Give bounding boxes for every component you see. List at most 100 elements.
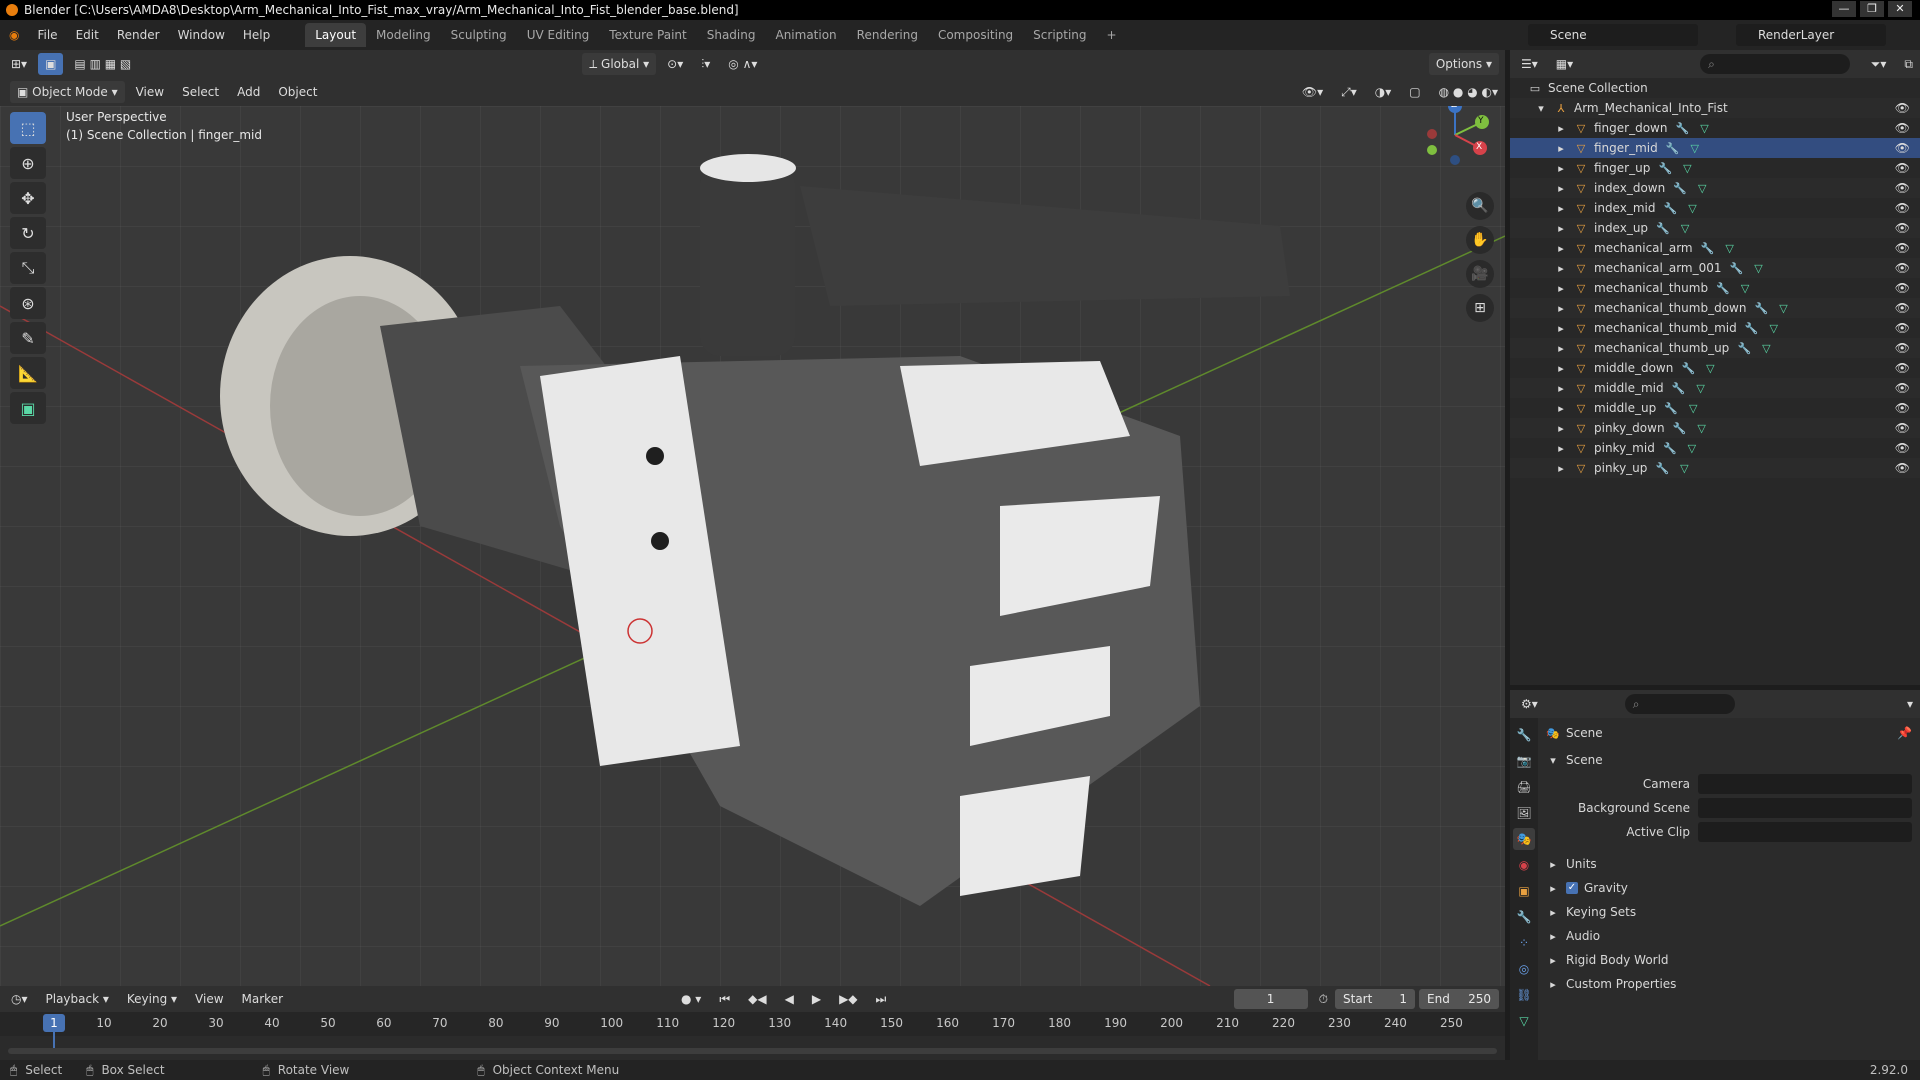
eye-icon[interactable]: 👁	[1895, 181, 1910, 195]
tab-uv-editing[interactable]: UV Editing	[517, 23, 600, 47]
expand-right-icon[interactable]: ▸	[1554, 361, 1568, 375]
close-button[interactable]: ✕	[1888, 1, 1912, 17]
menu-select[interactable]: Select	[175, 81, 226, 103]
new-collection-icon[interactable]: ⧉	[1897, 53, 1920, 75]
menu-add[interactable]: Add	[230, 81, 267, 103]
expand-right-icon[interactable]: ▸	[1554, 141, 1568, 155]
menu-window[interactable]: Window	[169, 22, 234, 48]
expand-right-icon[interactable]: ▸	[1554, 441, 1568, 455]
expand-right-icon[interactable]: ▸	[1554, 121, 1568, 135]
tab-shading[interactable]: Shading	[697, 23, 766, 47]
background-scene-field[interactable]	[1698, 798, 1912, 818]
render-layer-selector[interactable]: RenderLayer	[1736, 24, 1886, 46]
expand-right-icon[interactable]: ▸	[1554, 241, 1568, 255]
expand-right-icon[interactable]: ▸	[1554, 341, 1568, 355]
menu-edit[interactable]: Edit	[67, 22, 108, 48]
keying-sets-section[interactable]: ▸ Keying Sets	[1538, 900, 1920, 924]
scale-tool-icon[interactable]: ⤡	[10, 252, 46, 284]
menu-timeline-view[interactable]: View	[188, 988, 230, 1010]
outliner-item[interactable]: ▸ ▽ mechanical_arm_001 🔧 ▽ 👁	[1510, 258, 1920, 278]
outliner-item[interactable]: ▸ ▽ index_up 🔧 ▽ 👁	[1510, 218, 1920, 238]
properties-options-icon[interactable]: ▾	[1900, 693, 1920, 715]
end-frame-field[interactable]: End 250	[1419, 989, 1499, 1009]
xray-toggle-icon[interactable]: ▢	[1402, 81, 1427, 103]
rotate-tool-icon[interactable]: ↻	[10, 217, 46, 249]
expand-right-icon[interactable]: ▸	[1554, 301, 1568, 315]
outliner-editor-type-icon[interactable]: ☰▾	[1514, 53, 1545, 75]
overlay-toggle-icon[interactable]: ◑▾	[1368, 81, 1399, 103]
custom-properties-section[interactable]: ▸ Custom Properties	[1538, 972, 1920, 996]
camera-field[interactable]	[1698, 774, 1912, 794]
expand-right-icon[interactable]: ▸	[1554, 181, 1568, 195]
menu-view[interactable]: View	[129, 81, 171, 103]
outliner-item[interactable]: ▸ ▽ mechanical_thumb_down 🔧 ▽ 👁	[1510, 298, 1920, 318]
eye-icon[interactable]: 👁	[1895, 461, 1910, 475]
expand-right-icon[interactable]: ▸	[1554, 221, 1568, 235]
physics-tab-icon[interactable]: ◎	[1513, 958, 1535, 980]
jump-end-icon[interactable]: ⏭	[869, 988, 894, 1010]
move-tool-icon[interactable]: ✥	[10, 182, 46, 214]
eye-icon[interactable]: 👁	[1895, 101, 1910, 115]
outliner-item[interactable]: ▸ ▽ mechanical_thumb_mid 🔧 ▽ 👁	[1510, 318, 1920, 338]
modifier-tab-icon[interactable]: 🔧	[1513, 906, 1535, 928]
blender-menu-icon[interactable]: ◉	[0, 22, 28, 48]
data-tab-icon[interactable]: ▽	[1513, 1010, 1535, 1032]
tab-scripting[interactable]: Scripting	[1023, 23, 1096, 47]
render-tab-icon[interactable]: 📷	[1513, 750, 1535, 772]
object-tab-icon[interactable]: ▣	[1513, 880, 1535, 902]
object-mode-dropdown[interactable]: ▣ Object Mode ▾	[10, 81, 125, 103]
active-clip-field[interactable]	[1698, 822, 1912, 842]
prev-keyframe-icon[interactable]: ◆◀	[741, 988, 773, 1010]
properties-search-input[interactable]: ⌕	[1624, 694, 1735, 714]
menu-help[interactable]: Help	[234, 22, 279, 48]
annotate-tool-icon[interactable]: ✎	[10, 322, 46, 354]
eye-icon[interactable]: 👁	[1895, 261, 1910, 275]
tab-layout[interactable]: Layout	[305, 23, 367, 47]
eye-icon[interactable]: 👁	[1895, 421, 1910, 435]
outliner-item[interactable]: ▸ ▽ pinky_up 🔧 ▽ 👁	[1510, 458, 1920, 478]
eye-icon[interactable]: 👁	[1895, 321, 1910, 335]
maximize-button[interactable]: ❐	[1860, 1, 1884, 17]
outliner-item[interactable]: ▸ ▽ mechanical_thumb 🔧 ▽ 👁	[1510, 278, 1920, 298]
menu-keying[interactable]: Keying ▾	[120, 988, 184, 1010]
next-keyframe-icon[interactable]: ▶◆	[832, 988, 864, 1010]
eye-icon[interactable]: 👁	[1895, 141, 1910, 155]
tab-texture-paint[interactable]: Texture Paint	[599, 23, 696, 47]
timeline-editor-type-icon[interactable]: ◷▾	[4, 988, 35, 1010]
timeline-scrollbar[interactable]	[8, 1048, 1497, 1054]
add-cube-tool-icon[interactable]: ▣	[10, 392, 46, 424]
rigid-body-world-section[interactable]: ▸ Rigid Body World	[1538, 948, 1920, 972]
tab-rendering[interactable]: Rendering	[847, 23, 928, 47]
filter-icon[interactable]: ⏷▾	[1864, 53, 1894, 75]
outliner-item[interactable]: ▸ ▽ mechanical_thumb_up 🔧 ▽ 👁	[1510, 338, 1920, 358]
cursor-tool-icon[interactable]: ⊕	[10, 147, 46, 179]
menu-marker[interactable]: Marker	[235, 988, 290, 1010]
menu-render[interactable]: Render	[108, 22, 169, 48]
expand-right-icon[interactable]: ▸	[1554, 461, 1568, 475]
ortho-grid-icon[interactable]: ⊞	[1466, 294, 1494, 322]
navigation-gizmo[interactable]: Z Y X	[1420, 106, 1490, 170]
eye-icon[interactable]: 👁	[1895, 161, 1910, 175]
play-reverse-icon[interactable]: ◀	[778, 988, 801, 1010]
current-frame-field[interactable]: 1	[1233, 989, 1308, 1009]
expand-right-icon[interactable]: ▸	[1554, 281, 1568, 295]
eye-icon[interactable]: 👁	[1895, 221, 1910, 235]
scene-selector[interactable]: Scene	[1528, 24, 1698, 46]
select-tool-icon[interactable]: ▣	[38, 53, 64, 75]
properties-editor-type-icon[interactable]: ⚙▾	[1514, 693, 1545, 715]
eye-icon[interactable]: 👁	[1895, 301, 1910, 315]
menu-file[interactable]: File	[28, 22, 66, 48]
expand-down-icon[interactable]: ▾	[1534, 101, 1548, 115]
menu-playback[interactable]: Playback ▾	[39, 988, 116, 1010]
outliner-item[interactable]: ▸ ▽ middle_up 🔧 ▽ 👁	[1510, 398, 1920, 418]
select-box-tool-icon[interactable]: ⬚	[10, 112, 46, 144]
outliner-item[interactable]: ▸ ▽ finger_mid 🔧 ▽ 👁	[1510, 138, 1920, 158]
timeline-ruler[interactable]: 1 10 20 30 40 50 60 70 80 90 100 110 120 130 140 150 160…	[0, 1012, 1505, 1052]
transform-tool-icon[interactable]: ⊛	[10, 287, 46, 319]
expand-right-icon[interactable]: ▸	[1554, 201, 1568, 215]
visibility-icon[interactable]: 👁▾	[1295, 81, 1330, 103]
gravity-checkbox[interactable]: ✓	[1566, 882, 1578, 894]
eye-icon[interactable]: 👁	[1895, 241, 1910, 255]
outliner-item[interactable]: ▸ ▽ pinky_mid 🔧 ▽ 👁	[1510, 438, 1920, 458]
minimize-button[interactable]: —	[1832, 1, 1856, 17]
